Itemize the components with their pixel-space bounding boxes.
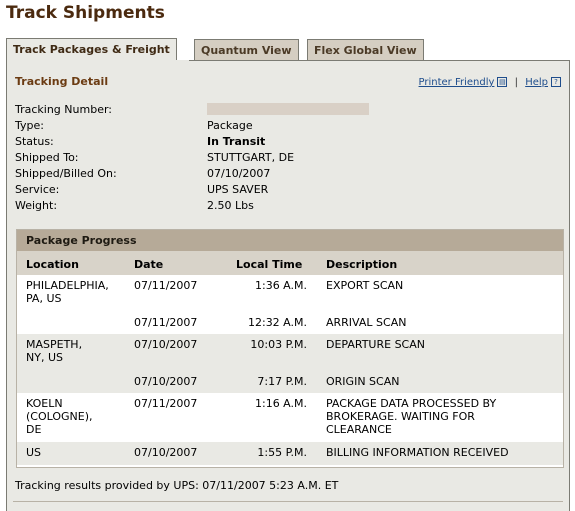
- cell-local-time: 1:36 A.M.: [254, 279, 307, 292]
- table-row: MASPETH, NY, US 07/10/2007 10:03 P.M. DE…: [17, 334, 563, 371]
- detail-value-status: In Transit: [207, 135, 266, 148]
- detail-value-weight: 2.50 Lbs: [207, 199, 254, 212]
- progress-rows: PHILADELPHIA, PA, US 07/11/2007 1:36 A.M…: [17, 275, 563, 465]
- table-row: KOELN (COLOGNE), DE 07/11/2007 1:16 A.M.…: [17, 393, 563, 442]
- help-label: Help: [525, 77, 548, 88]
- cell-date: 07/11/2007: [134, 279, 198, 292]
- column-header-date: Date: [134, 258, 164, 271]
- tab-flex-global-view[interactable]: Flex Global View: [307, 39, 424, 60]
- cell-description: EXPORT SCAN: [326, 279, 404, 292]
- link-separator: |: [514, 77, 518, 88]
- cell-description: ARRIVAL SCAN: [326, 316, 407, 329]
- detail-value-shipped-to: STUTTGART, DE: [207, 151, 295, 164]
- cell-date: 07/10/2007: [134, 338, 198, 351]
- detail-label: Shipped To:: [15, 151, 79, 164]
- column-header-description: Description: [326, 258, 398, 271]
- column-header-local-time: Local Time: [236, 258, 303, 271]
- cell-description: PACKAGE DATA PROCESSED BY BROKERAGE. WAI…: [326, 397, 497, 436]
- cell-local-time: 12:32 A.M.: [247, 316, 307, 329]
- tracking-results-footer: Tracking results provided by UPS: 07/11/…: [15, 479, 339, 492]
- cell-date: 07/11/2007: [134, 397, 198, 410]
- package-progress-title: Package Progress: [17, 230, 563, 251]
- cell-location: KOELN (COLOGNE), DE: [26, 397, 93, 436]
- panel-top-border: [189, 60, 569, 61]
- printer-friendly-label: Printer Friendly: [418, 77, 495, 88]
- tracking-detail-title: Tracking Detail: [15, 75, 109, 88]
- detail-value-shipped-billed-on: 07/10/2007: [207, 167, 271, 180]
- utility-links: Printer Friendly ▤ | Help?: [419, 77, 561, 88]
- cell-description: ORIGIN SCAN: [326, 375, 400, 388]
- table-row: 07/10/2007 7:17 P.M. ORIGIN SCAN: [17, 371, 563, 393]
- detail-label: Tracking Number:: [15, 103, 112, 116]
- cell-local-time: 10:03 P.M.: [250, 338, 307, 351]
- help-link[interactable]: Help?: [525, 77, 561, 88]
- cell-location: PHILADELPHIA, PA, US: [26, 279, 109, 305]
- detail-value-type: Package: [207, 119, 253, 132]
- cell-date: 07/10/2007: [134, 446, 198, 459]
- detail-label: Service:: [15, 183, 60, 196]
- column-header-location: Location: [26, 258, 79, 271]
- package-progress-table: Package Progress Location Date Local Tim…: [16, 229, 564, 468]
- printer-icon: ▤: [497, 77, 508, 87]
- tracking-number-redacted: [207, 103, 369, 115]
- table-header-row: Location Date Local Time Description: [17, 251, 563, 275]
- cell-description: DEPARTURE SCAN: [326, 338, 425, 351]
- table-row: 07/11/2007 12:32 A.M. ARRIVAL SCAN: [17, 312, 563, 334]
- table-row: US 07/10/2007 1:55 P.M. BILLING INFORMAT…: [17, 442, 563, 465]
- detail-label: Weight:: [15, 199, 58, 212]
- help-icon: ?: [551, 77, 561, 87]
- detail-label: Type:: [15, 119, 44, 132]
- table-row: PHILADELPHIA, PA, US 07/11/2007 1:36 A.M…: [17, 275, 563, 312]
- detail-value-service: UPS SAVER: [207, 183, 269, 196]
- footer-divider: [13, 501, 563, 502]
- cell-date: 07/10/2007: [134, 375, 198, 388]
- cell-local-time: 7:17 P.M.: [257, 375, 307, 388]
- cell-local-time: 1:55 P.M.: [257, 446, 307, 459]
- cell-location: MASPETH, NY, US: [26, 338, 83, 364]
- printer-friendly-link[interactable]: Printer Friendly ▤: [419, 77, 508, 88]
- page-title: Track Shipments: [6, 3, 165, 23]
- tab-track-packages-freight[interactable]: Track Packages & Freight: [6, 38, 177, 62]
- cell-date: 07/11/2007: [134, 316, 198, 329]
- cell-description: BILLING INFORMATION RECEIVED: [326, 446, 509, 459]
- cell-local-time: 1:16 A.M.: [254, 397, 307, 410]
- tab-quantum-view[interactable]: Quantum View: [194, 39, 299, 60]
- detail-label: Status:: [15, 135, 54, 148]
- detail-label: Shipped/Billed On:: [15, 167, 117, 180]
- cell-location: US: [26, 446, 42, 459]
- tracking-panel: Tracking Detail Printer Friendly ▤ | Help…: [6, 60, 570, 511]
